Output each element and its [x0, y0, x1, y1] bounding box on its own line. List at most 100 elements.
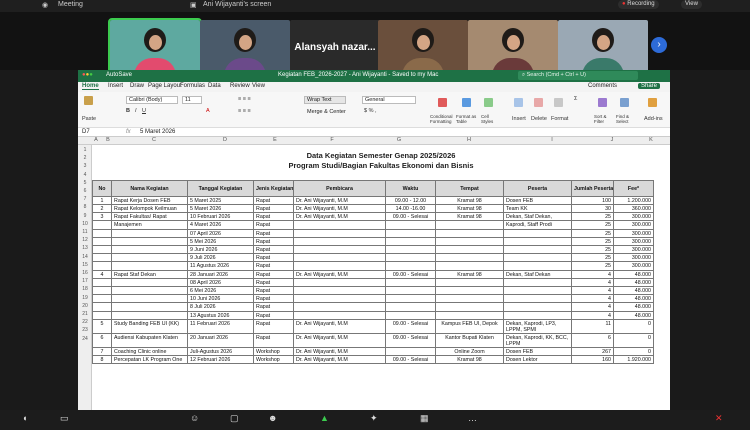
table-cell[interactable]: Dosen FEB [504, 196, 572, 205]
table-cell[interactable]: 25 [572, 246, 614, 255]
tab-home[interactable]: Home [82, 83, 99, 90]
table-cell[interactable]: Rapat Fakultas/ Rapat [112, 213, 188, 222]
table-cell[interactable]: Study Banding FEB UI (KK) [112, 319, 188, 334]
tab-insert[interactable]: Insert [108, 83, 123, 89]
table-cell[interactable] [112, 237, 188, 246]
tab-draw[interactable]: Draw [130, 83, 144, 89]
table-cell[interactable]: 09.00 - Selesai [386, 356, 436, 365]
table-cell[interactable]: Rapat [254, 237, 294, 246]
table-cell[interactable]: 4 [572, 295, 614, 304]
sum-icon[interactable]: Σ [574, 96, 577, 102]
table-cell[interactable]: Dekan, Kaprodi, LP3, LPPM, SPMI [504, 319, 572, 334]
row-number[interactable]: 13 [78, 245, 92, 251]
tab-data[interactable]: Data [208, 83, 221, 89]
table-cell[interactable] [92, 237, 112, 246]
row-number[interactable]: 5 [78, 180, 92, 186]
table-cell[interactable]: Team KK [504, 205, 572, 214]
table-cell[interactable]: Dosen Lektor [504, 356, 572, 365]
window-controls[interactable]: ●●● [82, 72, 93, 78]
table-cell[interactable] [112, 254, 188, 263]
table-cell[interactable]: Dekan, Kaprodi, KK, BCC, LPPM [504, 333, 572, 348]
table-cell[interactable]: 28 Januari 2026 [188, 270, 254, 279]
table-cell[interactable] [112, 229, 188, 238]
table-cell[interactable]: 48.000 [614, 287, 654, 296]
table-cell[interactable]: 48.000 [614, 295, 654, 304]
table-cell[interactable] [386, 229, 436, 238]
table-cell[interactable] [294, 303, 386, 312]
row-number[interactable]: 6 [78, 188, 92, 194]
table-cell[interactable] [386, 311, 436, 320]
table-cell[interactable]: Rapat Kerja Dosen FEB [112, 196, 188, 205]
tab-review[interactable]: Review [230, 83, 250, 89]
table-cell[interactable]: 25 [572, 213, 614, 222]
table-cell[interactable]: 4 [572, 311, 614, 320]
next-participants-button[interactable]: › [651, 37, 667, 53]
table-cell[interactable] [92, 246, 112, 255]
ai-icon[interactable]: ✦ [370, 413, 378, 424]
table-cell[interactable]: 300.000 [614, 221, 654, 230]
table-cell[interactable] [386, 246, 436, 255]
table-cell[interactable]: Kramat 98 [436, 270, 504, 279]
table-cell[interactable]: Kramat 98 [436, 196, 504, 205]
sort-filter-icon[interactable] [598, 98, 607, 107]
row-number[interactable]: 19 [78, 295, 92, 301]
merge-center-button[interactable]: Merge & Center [304, 108, 350, 116]
table-cell[interactable]: Rapat [254, 303, 294, 312]
table-cell[interactable]: 9 Juni 2026 [188, 246, 254, 255]
table-cell[interactable] [92, 303, 112, 312]
table-cell[interactable] [386, 237, 436, 246]
table-cell[interactable]: Rapat [254, 246, 294, 255]
column-header[interactable]: G [372, 137, 426, 143]
table-cell[interactable] [92, 287, 112, 296]
table-cell[interactable]: 4 [572, 270, 614, 279]
table-cell[interactable]: 5 [92, 319, 112, 334]
table-cell[interactable]: Rapat [254, 333, 294, 348]
table-cell[interactable]: Dosen FEB [504, 347, 572, 356]
table-cell[interactable]: Online Zoom [436, 347, 504, 356]
apps-icon[interactable]: ▦ [420, 413, 429, 424]
table-cell[interactable]: Rapat [254, 287, 294, 296]
table-cell[interactable]: 0 [614, 333, 654, 348]
table-cell[interactable]: 08 April 2026 [188, 278, 254, 287]
underline-button[interactable]: U [142, 108, 146, 114]
table-cell[interactable] [436, 229, 504, 238]
table-cell[interactable]: Kramat 98 [436, 356, 504, 365]
column-header[interactable]: E [258, 137, 292, 143]
table-cell[interactable]: 48.000 [614, 270, 654, 279]
column-header[interactable]: D [192, 137, 258, 143]
table-cell[interactable]: Coaching Clinic online [112, 347, 188, 356]
column-header[interactable]: J [592, 137, 632, 143]
number-format-icons[interactable]: $ % , [364, 108, 377, 114]
column-header[interactable]: A [92, 137, 100, 143]
row-number[interactable]: 22 [78, 319, 92, 325]
table-cell[interactable] [92, 254, 112, 263]
table-cell[interactable]: 48.000 [614, 278, 654, 287]
participants-icon[interactable]: ☺ [190, 413, 199, 423]
table-cell[interactable]: Dr. Ani Wijayanti, M.M [294, 356, 386, 365]
column-header[interactable]: I [512, 137, 592, 143]
table-cell[interactable] [112, 246, 188, 255]
row-number[interactable]: 18 [78, 286, 92, 292]
format-cells-icon[interactable] [554, 98, 563, 107]
table-cell[interactable]: 14.00 -16.00 [386, 205, 436, 214]
table-cell[interactable]: 11 Agustus 2026 [188, 262, 254, 271]
recording-indicator[interactable]: ● Recording [618, 0, 659, 9]
share-button[interactable]: Share [638, 83, 661, 89]
search-box[interactable]: ⌕ Search (Cmd + Ctrl + U) [518, 71, 638, 80]
table-cell[interactable] [92, 262, 112, 271]
table-cell[interactable]: 09.00 - Selesai [386, 270, 436, 279]
table-cell[interactable] [386, 295, 436, 304]
table-cell[interactable]: 4 [92, 270, 112, 279]
add-ins-icon[interactable] [648, 98, 657, 107]
table-cell[interactable]: 09.00 - 12.00 [386, 196, 436, 205]
table-cell[interactable]: 5 Mei 2026 [188, 237, 254, 246]
table-cell[interactable]: Dr. Ani Wijayanti, M.M [294, 319, 386, 334]
table-cell[interactable] [436, 295, 504, 304]
leave-icon[interactable]: ✕ [715, 413, 723, 424]
table-cell[interactable]: 4 [572, 278, 614, 287]
table-cell[interactable] [294, 287, 386, 296]
row-number[interactable]: 2 [78, 155, 92, 161]
table-cell[interactable]: 8 Juli 2026 [188, 303, 254, 312]
conditional-formatting-icon[interactable] [438, 98, 447, 107]
table-cell[interactable] [504, 295, 572, 304]
